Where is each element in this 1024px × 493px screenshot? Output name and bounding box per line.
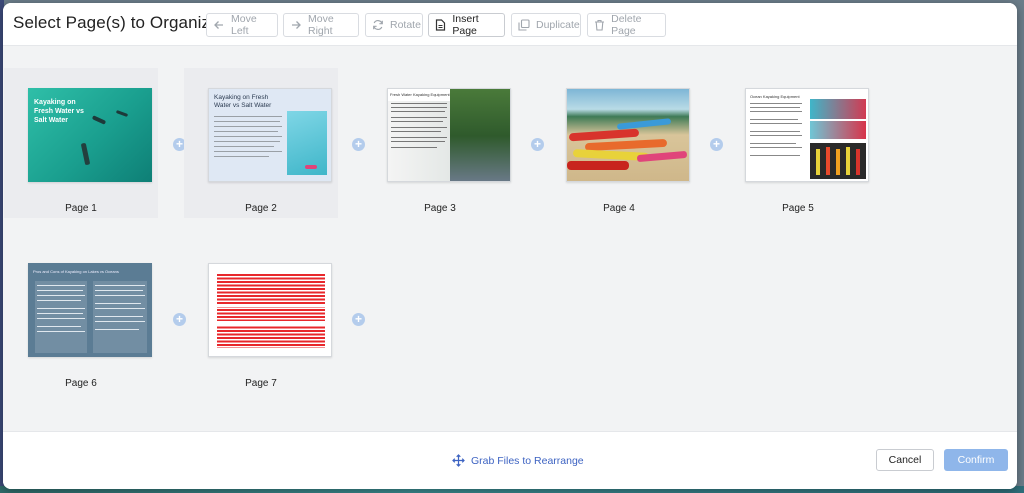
insert-page-button[interactable]: Insert Page bbox=[428, 13, 505, 37]
page-thumbnail bbox=[566, 88, 690, 182]
duplicate-icon bbox=[518, 18, 530, 32]
arrow-right-icon bbox=[290, 18, 302, 32]
page-thumbnail: Kayaking on Fresh Water vs Salt Water bbox=[208, 88, 332, 182]
page-grid: Kayaking on Fresh Water vs Salt Water Pa… bbox=[3, 45, 1017, 432]
delete-page-label: Delete Page bbox=[611, 13, 642, 37]
page-card[interactable]: Page 4 bbox=[542, 68, 696, 218]
page-thumbnail: Pros and Cons of Kayaking on Lakes vs Oc… bbox=[28, 263, 152, 357]
page-card[interactable]: Pros and Cons of Kayaking on Lakes vs Oc… bbox=[4, 243, 158, 393]
rotate-label: Rotate bbox=[390, 19, 421, 31]
page-heading: Pros and Cons of Kayaking on Lakes vs Oc… bbox=[33, 269, 119, 274]
cancel-button[interactable]: Cancel bbox=[876, 449, 934, 471]
page-card[interactable]: Fresh Water Kayaking Equipment Page 3 bbox=[363, 68, 517, 218]
confirm-button[interactable]: Confirm bbox=[944, 449, 1008, 471]
grab-files-label: Grab Files to Rearrange bbox=[471, 454, 584, 467]
duplicate-label: Duplicate bbox=[536, 19, 580, 31]
page-thumbnail: Ocean Kayaking Equipment bbox=[745, 88, 869, 182]
page-card[interactable]: Kayaking on Fresh Water vs Salt Water Pa… bbox=[4, 68, 158, 218]
page-card[interactable]: Ocean Kayaking Equipment Page 5 bbox=[721, 68, 875, 218]
page-label: Page 2 bbox=[245, 203, 277, 214]
modal-footer: Grab Files to Rearrange Cancel Confirm bbox=[3, 431, 1017, 489]
modal-header: Select Page(s) to Organize Move Left Mov… bbox=[3, 3, 1017, 45]
page-card[interactable]: Kayaking on Fresh Water vs Salt Water Pa… bbox=[184, 68, 338, 218]
delete-page-button[interactable]: Delete Page bbox=[587, 13, 666, 37]
arrow-left-icon bbox=[213, 18, 225, 32]
page-card[interactable]: Page 7 bbox=[184, 243, 338, 393]
page-thumbnail bbox=[208, 263, 332, 357]
page-label: Page 7 bbox=[245, 378, 277, 389]
move-left-label: Move Left bbox=[231, 13, 257, 37]
move-arrows-icon bbox=[452, 454, 465, 467]
page-heading: Ocean Kayaking Equipment bbox=[750, 94, 800, 99]
page-label: Page 4 bbox=[603, 203, 635, 214]
insert-after-7[interactable]: + bbox=[352, 313, 365, 326]
page-heading: Fresh Water Kayaking Equipment bbox=[390, 92, 450, 97]
modal-title: Select Page(s) to Organize bbox=[13, 13, 220, 32]
page-thumbnail: Kayaking on Fresh Water vs Salt Water bbox=[28, 88, 152, 182]
page-label: Page 3 bbox=[424, 203, 456, 214]
move-right-label: Move Right bbox=[308, 13, 334, 37]
move-left-button[interactable]: Move Left bbox=[206, 13, 278, 37]
organize-pages-modal: Select Page(s) to Organize Move Left Mov… bbox=[3, 3, 1017, 489]
page-heading: Kayaking on Fresh Water vs Salt Water bbox=[34, 99, 84, 124]
trash-icon bbox=[594, 18, 605, 32]
move-right-button[interactable]: Move Right bbox=[283, 13, 359, 37]
page-label: Page 5 bbox=[782, 203, 814, 214]
page-heading: Kayaking on Fresh Water vs Salt Water bbox=[214, 94, 272, 109]
page-thumbnail: Fresh Water Kayaking Equipment bbox=[387, 88, 511, 182]
page-label: Page 6 bbox=[65, 378, 97, 389]
grab-files-hint: Grab Files to Rearrange bbox=[452, 454, 584, 467]
rotate-button[interactable]: Rotate bbox=[365, 13, 423, 37]
rotate-icon bbox=[372, 18, 384, 32]
duplicate-button[interactable]: Duplicate bbox=[511, 13, 581, 37]
page-icon bbox=[435, 18, 446, 32]
insert-page-label: Insert Page bbox=[452, 13, 479, 37]
page-label: Page 1 bbox=[65, 203, 97, 214]
